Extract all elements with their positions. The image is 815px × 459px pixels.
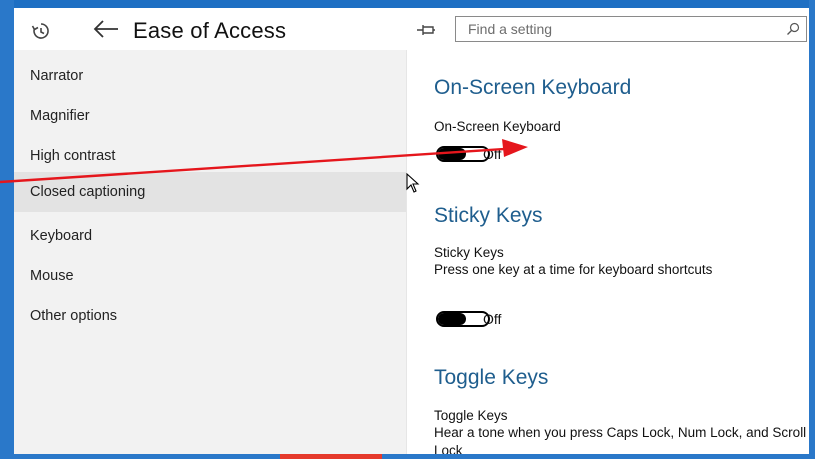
sticky-keys-state: Off: [483, 311, 502, 327]
history-icon[interactable]: [30, 20, 52, 42]
sidebar-item-label: Keyboard: [30, 228, 93, 244]
sidebar-item-label: Magnifier: [30, 108, 90, 124]
setting-desc-sticky-keys: Press one key at a time for keyboard sho…: [434, 262, 713, 277]
sidebar-item-label: Other options: [30, 308, 118, 324]
taskbar-strip: [0, 454, 815, 459]
back-arrow-icon[interactable]: [92, 18, 120, 40]
settings-window: Ease of Access Narrator Magnifier High c…: [14, 8, 809, 454]
sidebar-item-label: High contrast: [30, 148, 116, 164]
onscreen-keyboard-toggle[interactable]: [436, 146, 490, 162]
sidebar-item-other-options[interactable]: Other options: [14, 296, 406, 336]
sidebar-item-label: Mouse: [30, 268, 74, 284]
setting-label-toggle-keys: Toggle Keys: [434, 408, 508, 423]
mouse-cursor-icon: [406, 173, 420, 193]
sidebar-item-narrator[interactable]: Narrator: [14, 56, 406, 96]
sidebar-item-magnifier[interactable]: Magnifier: [14, 96, 406, 136]
desktop-frame-left: [0, 0, 14, 459]
section-title-sticky-keys: Sticky Keys: [434, 204, 543, 227]
main-content: On-Screen Keyboard On-Screen Keyboard Of…: [407, 50, 809, 454]
toggle-thumb: [438, 313, 466, 325]
onscreen-keyboard-state: Off: [483, 146, 502, 162]
toggle-thumb: [438, 148, 466, 160]
pin-icon[interactable]: [416, 23, 436, 37]
search-icon[interactable]: [786, 22, 800, 36]
section-title-onscreen-keyboard: On-Screen Keyboard: [434, 76, 632, 99]
taskbar-highlight: [280, 454, 382, 459]
page-title: Ease of Access: [133, 18, 287, 43]
setting-label-onscreen-keyboard: On-Screen Keyboard: [434, 119, 561, 134]
sidebar-item-mouse[interactable]: Mouse: [14, 256, 406, 296]
settings-header: Ease of Access: [14, 8, 809, 50]
sidebar-item-label: Closed captioning: [30, 184, 146, 200]
sidebar-item-label: Narrator: [30, 68, 84, 84]
desktop-frame-right: [809, 0, 815, 459]
setting-label-sticky-keys: Sticky Keys: [434, 245, 504, 260]
search-input[interactable]: [456, 17, 776, 41]
section-title-toggle-keys: Toggle Keys: [434, 366, 549, 389]
sidebar-item-closed-captioning[interactable]: Closed captioning: [14, 172, 406, 212]
desktop-frame-top: [0, 0, 815, 8]
sidebar-item-keyboard[interactable]: Keyboard: [14, 216, 406, 256]
sidebar: Narrator Magnifier High contrast Closed …: [14, 50, 406, 454]
sidebar-item-high-contrast[interactable]: High contrast: [14, 136, 406, 176]
sticky-keys-toggle[interactable]: [436, 311, 490, 327]
search-box[interactable]: [455, 16, 807, 42]
setting-desc-toggle-keys: Hear a tone when you press Caps Lock, Nu…: [434, 425, 807, 454]
